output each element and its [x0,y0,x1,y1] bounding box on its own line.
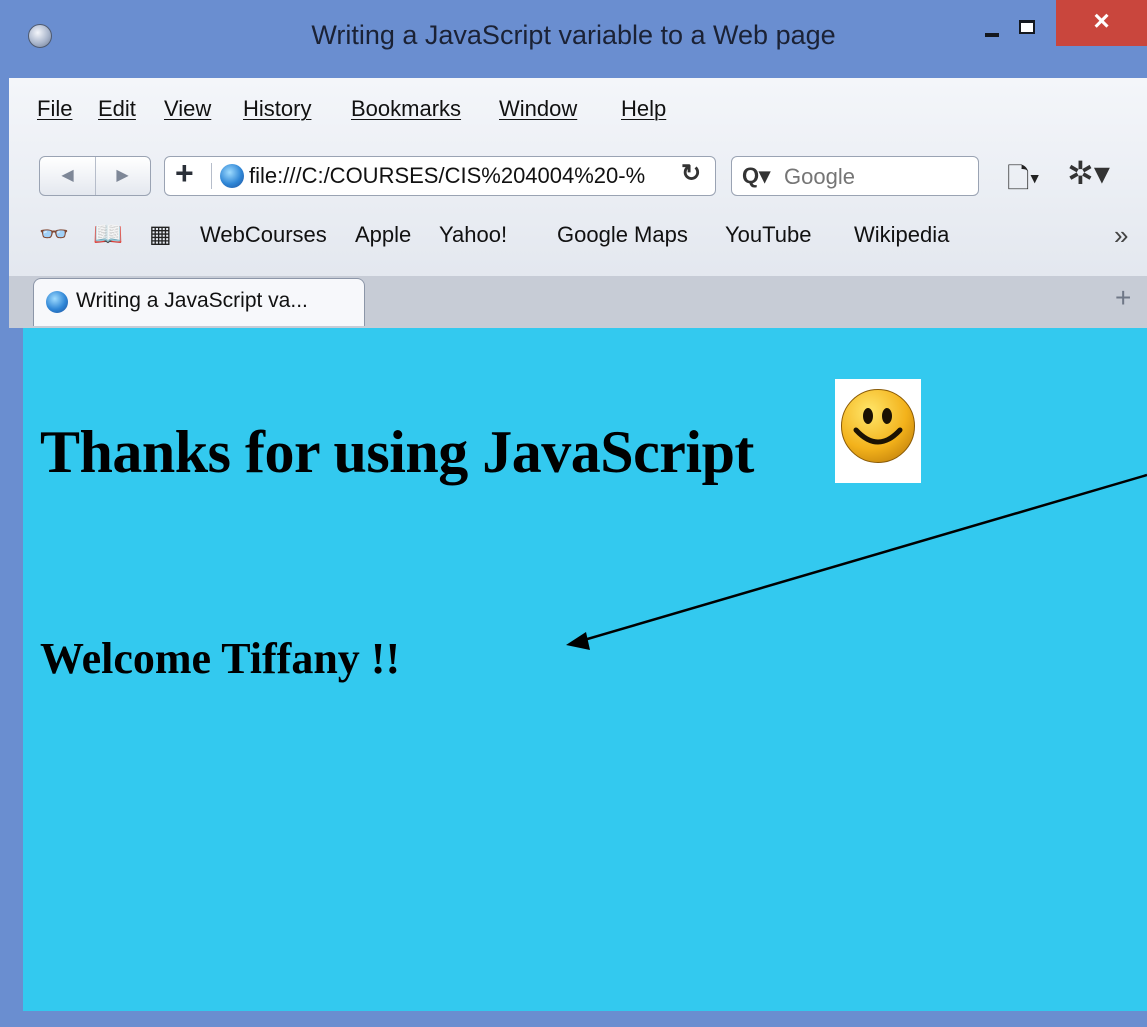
browser-window: Writing a JavaScript variable to a Web p… [0,0,1147,1027]
annotation-arrow-icon [566,473,1147,650]
